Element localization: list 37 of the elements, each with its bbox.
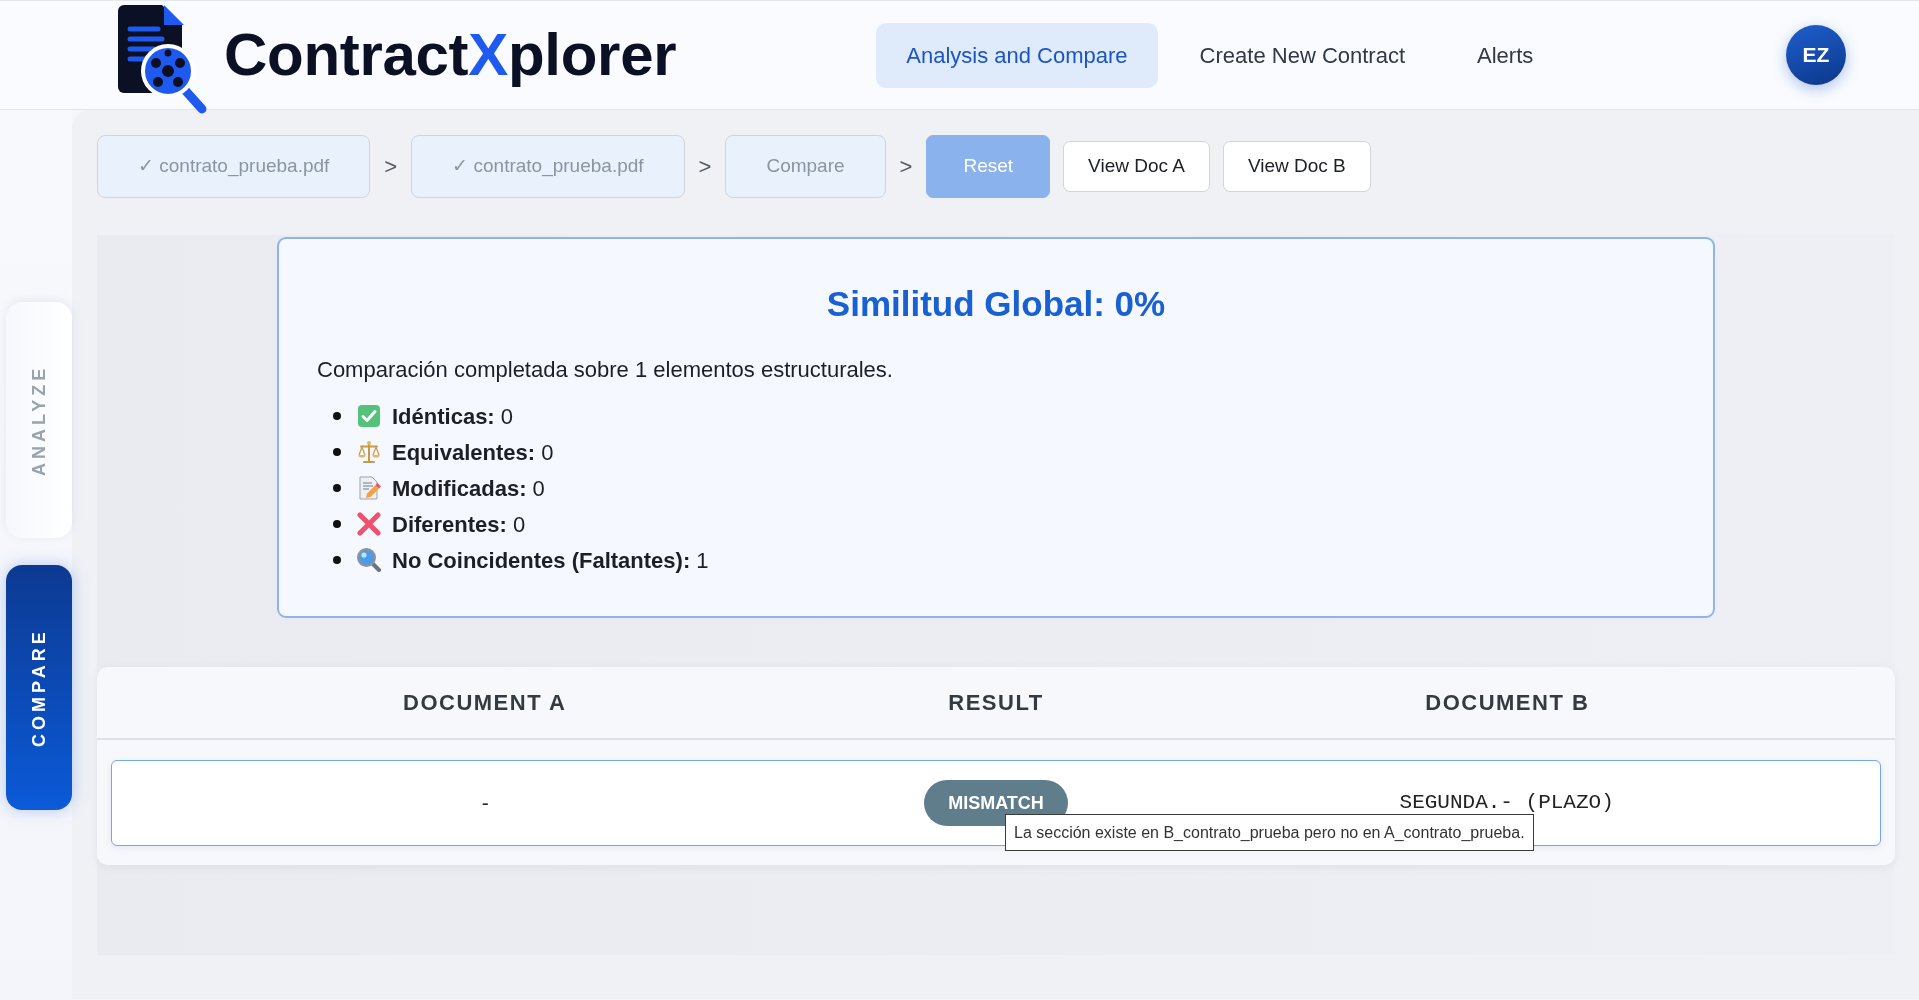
column-header: DOCUMENT B <box>1425 689 1590 717</box>
breadcrumb-separator: > <box>384 153 398 181</box>
breadcrumb-separator: > <box>698 153 712 181</box>
column-header: DOCUMENT A <box>403 689 567 717</box>
stat-text: Modificadas: 0 <box>392 474 545 503</box>
breadcrumb-step: ✓ contrato_prueba.pdf <box>411 135 685 198</box>
breadcrumb-separator: > <box>899 153 913 181</box>
view-button[interactable]: View Doc B <box>1222 141 1371 192</box>
stat-text: Diferentes: 0 <box>392 510 526 539</box>
scales-icon <box>357 440 381 464</box>
breadcrumb-step: Compare <box>725 135 886 198</box>
bullet-icon <box>333 556 341 564</box>
cross-icon <box>357 512 381 536</box>
breadcrumb-step: ✓ contrato_prueba.pdf <box>97 135 371 198</box>
bullet-icon <box>333 520 341 528</box>
column-header: RESULT <box>948 689 1044 717</box>
summary-title: Similitud Global: 0% <box>825 283 1167 325</box>
view-button[interactable]: View Doc A <box>1063 141 1210 192</box>
tooltip: La sección existe en B_contrato_prueba pero no en A_contrato_prueba. <box>1005 814 1534 851</box>
sidebar-tab[interactable]: COMPARE <box>6 565 72 810</box>
nav-link[interactable]: Analysis and Compare <box>876 22 1158 88</box>
summary-text: Comparación completada sobre 1 elementos estructurales. <box>317 356 894 384</box>
bullet-icon <box>333 412 341 420</box>
logo-text: ContractXplorer <box>224 25 677 85</box>
check-square-icon <box>357 404 381 428</box>
table-cell-text: SEGUNDA.- (PLAZO) <box>1399 790 1614 817</box>
stat-text: Idénticas: 0 <box>392 402 514 431</box>
table-cell-text: - <box>481 790 489 817</box>
document-pencil-icon <box>357 476 381 500</box>
nav-link[interactable]: Alerts <box>1447 22 1564 88</box>
nav-link[interactable]: Create New Contract <box>1169 22 1436 88</box>
stat-text: Equivalentes: 0 <box>392 438 554 467</box>
stat-text: No Coincidentes (Faltantes): 1 <box>392 546 709 575</box>
search-icon <box>357 548 381 572</box>
bullet-icon <box>333 448 341 456</box>
user-avatar[interactable]: EZ <box>1786 25 1846 85</box>
bullet-icon <box>333 484 341 492</box>
